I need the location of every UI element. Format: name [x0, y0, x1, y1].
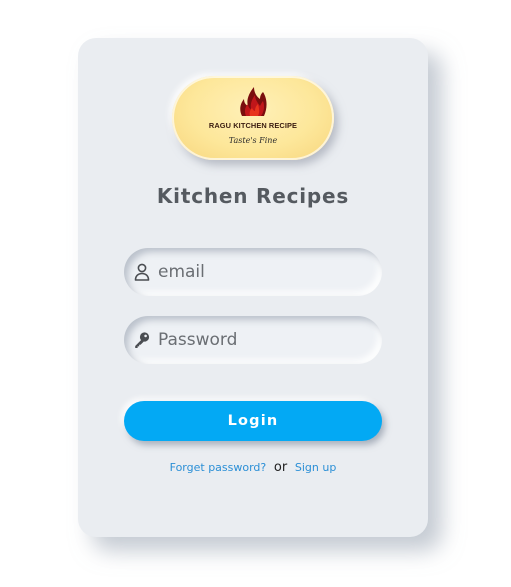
email-input[interactable]	[158, 248, 368, 296]
login-button[interactable]: Login	[124, 401, 382, 441]
auth-links: Forget password? or Sign up	[78, 460, 428, 475]
user-icon	[134, 263, 150, 281]
logo-brand-name: RAGU KITCHEN RECIPE	[208, 121, 298, 130]
sign-up-link[interactable]: Sign up	[295, 461, 336, 474]
page-title: Kitchen Recipes	[156, 184, 350, 208]
brand-logo: RAGU KITCHEN RECIPE Taste's Fine	[172, 76, 334, 160]
login-card: RAGU KITCHEN RECIPE Taste's Fine Kitchen…	[78, 38, 428, 537]
forgot-password-link[interactable]: Forget password?	[170, 461, 267, 474]
email-field[interactable]	[124, 248, 382, 296]
password-field[interactable]	[124, 316, 382, 364]
or-separator: or	[273, 460, 288, 475]
key-icon	[135, 332, 150, 348]
flame-icon	[240, 87, 267, 116]
logo-tagline: Taste's Fine	[228, 136, 278, 145]
password-input[interactable]	[158, 316, 368, 364]
